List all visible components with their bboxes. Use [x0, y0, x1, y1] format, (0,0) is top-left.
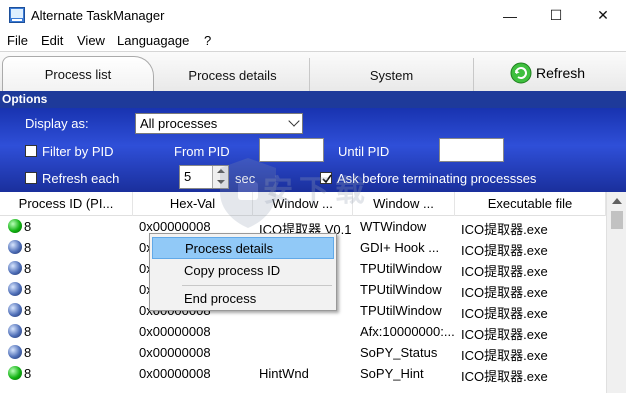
until-pid-input[interactable] — [439, 138, 504, 162]
maximize-button[interactable]: ☐ — [533, 0, 579, 31]
options-panel: Display as: All processes Filter by PID … — [0, 108, 626, 192]
refresh-icon — [510, 62, 532, 84]
status-green-icon — [8, 366, 22, 380]
filter-pid-checkbox[interactable] — [25, 145, 37, 157]
status-blue-icon — [8, 261, 22, 275]
context-separator — [182, 285, 332, 286]
menu-bar: File Edit View Languagage ? — [0, 31, 626, 51]
executable-cell: ICO提取器.exe — [461, 306, 548, 321]
display-as-value: All processes — [140, 116, 218, 131]
executable-cell: ICO提取器.exe — [461, 243, 548, 258]
column-hex-val[interactable]: Hex-Val — [133, 192, 253, 216]
context-menu: Process details Copy process ID End proc… — [149, 233, 337, 311]
window-class-cell: WTWindow — [360, 219, 427, 234]
process-table-header: Process ID (PI... Hex-Val Window ... Win… — [0, 192, 606, 216]
context-process-details[interactable]: Process details — [152, 237, 334, 259]
window-class-cell: TPUtilWindow — [360, 282, 442, 297]
executable-cell: ICO提取器.exe — [461, 285, 548, 300]
minimize-button[interactable]: — — [487, 0, 533, 31]
column-executable[interactable]: Executable file — [455, 192, 606, 216]
window-class-cell: SoPY_Hint — [360, 366, 424, 381]
close-icon: ✕ — [597, 7, 609, 23]
refresh-label: Refresh — [536, 65, 586, 81]
window-title-cell: HintWnd — [259, 366, 309, 381]
tab-system[interactable]: System — [310, 58, 474, 92]
column-window-title[interactable]: Window ... — [253, 192, 353, 216]
window-class-cell: TPUtilWindow — [360, 303, 442, 318]
pid-cell: 8 — [24, 219, 32, 234]
menu-language[interactable]: Languagage — [117, 33, 189, 48]
ask-before-checkbox[interactable] — [320, 172, 332, 184]
table-row[interactable]: 8 0x00000008 HintWnd SoPY_Hint ICO提取器.ex… — [0, 363, 606, 384]
app-icon — [9, 7, 25, 23]
column-process-id[interactable]: Process ID (PI... — [0, 192, 133, 216]
tab-strip: Process list Process details System Refr… — [0, 51, 626, 92]
pid-cell: 8 — [24, 282, 32, 297]
hex-cell: 0x00000008 — [139, 366, 211, 381]
hex-cell: 0x00000008 — [139, 219, 211, 234]
context-copy-process-id[interactable]: Copy process ID — [152, 260, 334, 282]
window-title: Alternate TaskManager — [31, 8, 165, 23]
executable-cell: ICO提取器.exe — [461, 369, 548, 384]
hex-cell: 0x00000008 — [139, 324, 211, 339]
menu-edit[interactable]: Edit — [41, 33, 63, 48]
options-header: Options — [0, 91, 626, 108]
menu-view[interactable]: View — [77, 33, 105, 48]
refresh-each-label: Refresh each — [42, 171, 120, 186]
pid-cell: 8 — [24, 345, 32, 360]
stepper-down-icon[interactable] — [217, 180, 225, 184]
refresh-unit-label: sec — [235, 171, 256, 186]
pid-cell: 8 — [24, 240, 32, 255]
table-row[interactable]: 8 0x00000008 SoPY_Status ICO提取器.exe — [0, 342, 606, 363]
filter-pid-label: Filter by PID — [42, 144, 114, 159]
table-row[interactable]: 8 0x00000008 Afx:10000000:... ICO提取器.exe — [0, 321, 606, 342]
status-blue-icon — [8, 240, 22, 254]
stepper-buttons[interactable] — [212, 166, 228, 188]
status-blue-icon — [8, 324, 22, 338]
pid-cell: 8 — [24, 303, 32, 318]
tab-process-list[interactable]: Process list — [2, 56, 154, 92]
context-end-process[interactable]: End process — [152, 288, 334, 310]
ask-before-label: Ask before terminating processses — [337, 171, 537, 186]
status-blue-icon — [8, 282, 22, 296]
executable-cell: ICO提取器.exe — [461, 348, 548, 363]
refresh-interval-stepper[interactable]: 5 — [179, 165, 229, 189]
scroll-thumb[interactable] — [611, 211, 623, 229]
window-class-cell: SoPY_Status — [360, 345, 438, 360]
window-class-cell: Afx:10000000:... — [360, 324, 455, 339]
chevron-down-icon — [288, 115, 300, 127]
executable-cell: ICO提取器.exe — [461, 222, 548, 237]
tab-process-details[interactable]: Process details — [156, 58, 310, 92]
menu-help[interactable]: ? — [204, 33, 211, 48]
column-window-class[interactable]: Window ... — [353, 192, 455, 216]
maximize-icon: ☐ — [549, 7, 563, 23]
status-blue-icon — [8, 303, 22, 317]
vertical-scrollbar[interactable] — [606, 192, 626, 393]
scroll-up-icon[interactable] — [612, 198, 622, 204]
stepper-up-icon[interactable] — [217, 169, 225, 173]
refresh-each-checkbox[interactable] — [25, 172, 37, 184]
status-green-icon — [8, 219, 22, 233]
pid-cell: 8 — [24, 366, 32, 381]
pid-cell: 8 — [24, 324, 32, 339]
menu-file[interactable]: File — [7, 33, 28, 48]
executable-cell: ICO提取器.exe — [461, 327, 548, 342]
title-bar: Alternate TaskManager — ☐ ✕ — [0, 0, 626, 31]
status-blue-icon — [8, 345, 22, 359]
checkmark-icon — [322, 174, 332, 184]
until-pid-label: Until PID — [338, 144, 390, 159]
close-button[interactable]: ✕ — [580, 0, 626, 31]
refresh-button[interactable]: Refresh — [510, 60, 592, 86]
from-pid-input[interactable] — [259, 138, 324, 162]
hex-cell: 0x00000008 — [139, 345, 211, 360]
display-as-label: Display as: — [25, 116, 89, 131]
display-as-select[interactable]: All processes — [135, 113, 303, 134]
refresh-interval-value: 5 — [184, 169, 192, 184]
executable-cell: ICO提取器.exe — [461, 264, 548, 279]
minimize-icon: — — [503, 7, 517, 24]
from-pid-label: From PID — [174, 144, 230, 159]
pid-cell: 8 — [24, 261, 32, 276]
window-class-cell: TPUtilWindow — [360, 261, 442, 276]
window-class-cell: GDI+ Hook ... — [360, 240, 440, 255]
